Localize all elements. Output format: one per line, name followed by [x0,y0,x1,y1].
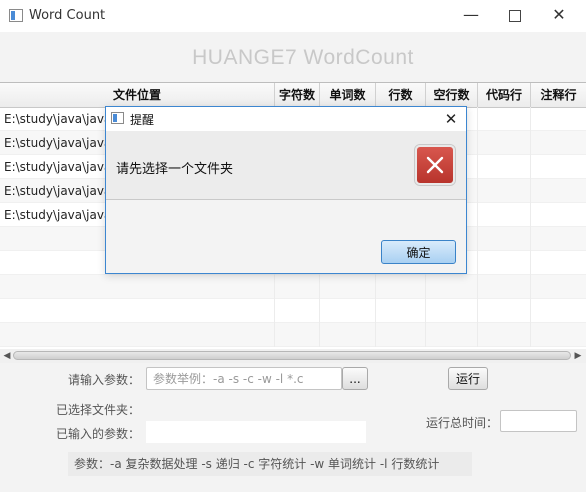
selected-folder-value [146,397,366,419]
dialog-message: 请先选择一个文件夹 [116,162,234,177]
window-title: Word Count [29,8,106,23]
maximize-icon [509,9,521,22]
total-time-field[interactable] [500,410,577,432]
table-row-empty [0,323,586,347]
dialog-title: 提醒 [130,113,155,127]
minimize-button[interactable]: — [448,0,494,32]
entered-params-value [146,421,366,443]
scroll-right-icon[interactable]: ▶ [572,350,584,362]
table-header: 文件位置 字符数 单词数 行数 空行数 代码行 注释行 [0,83,586,108]
dialog-header: 请先选择一个文件夹 [106,131,466,200]
scrollbar-thumb[interactable] [13,351,571,360]
column-header-file-path[interactable]: 文件位置 [0,83,275,107]
maximize-button[interactable] [492,0,538,32]
selected-folder-label: 已选择文件夹： [56,403,141,417]
help-text: 参数：-a 复杂数据处理 -s 递归 -c 字符统计 -w 单词统计 -l 行数… [68,452,472,476]
entered-params-label: 已输入的参数： [56,427,141,441]
run-button[interactable]: 运行 [448,367,488,390]
param-label: 请输入参数： [68,373,141,387]
column-header-lines[interactable]: 行数 [376,83,426,107]
column-header-chars[interactable]: 字符数 [275,83,320,107]
param-input[interactable] [146,367,342,390]
column-header-blank-lines[interactable]: 空行数 [426,83,478,107]
horizontal-scrollbar[interactable]: ◀ ▶ [0,349,586,363]
table-row-empty [0,275,586,299]
close-window-button[interactable]: ✕ [536,0,582,32]
dialog-window-icon [111,112,124,124]
total-time-label: 运行总时间： [426,416,499,430]
column-header-words[interactable]: 单词数 [320,83,376,107]
error-cross-icon [426,156,444,174]
alert-dialog: 提醒 ✕ 请先选择一个文件夹 确定 [105,106,467,274]
window-title-bar: Word Count — ✕ [0,0,586,32]
column-header-comment-lines[interactable]: 注释行 [531,83,586,107]
browse-folder-button[interactable]: ... [342,367,368,390]
column-header-code-lines[interactable]: 代码行 [478,83,531,107]
app-heading: HUANGE7 WordCount [192,46,414,69]
scroll-left-icon[interactable]: ◀ [1,350,13,362]
error-icon [415,145,455,185]
dialog-title-bar: 提醒 ✕ [106,107,466,131]
ok-button[interactable]: 确定 [381,240,456,264]
app-window-icon [9,9,23,22]
dialog-close-button[interactable]: ✕ [440,108,462,130]
table-row-empty [0,299,586,323]
